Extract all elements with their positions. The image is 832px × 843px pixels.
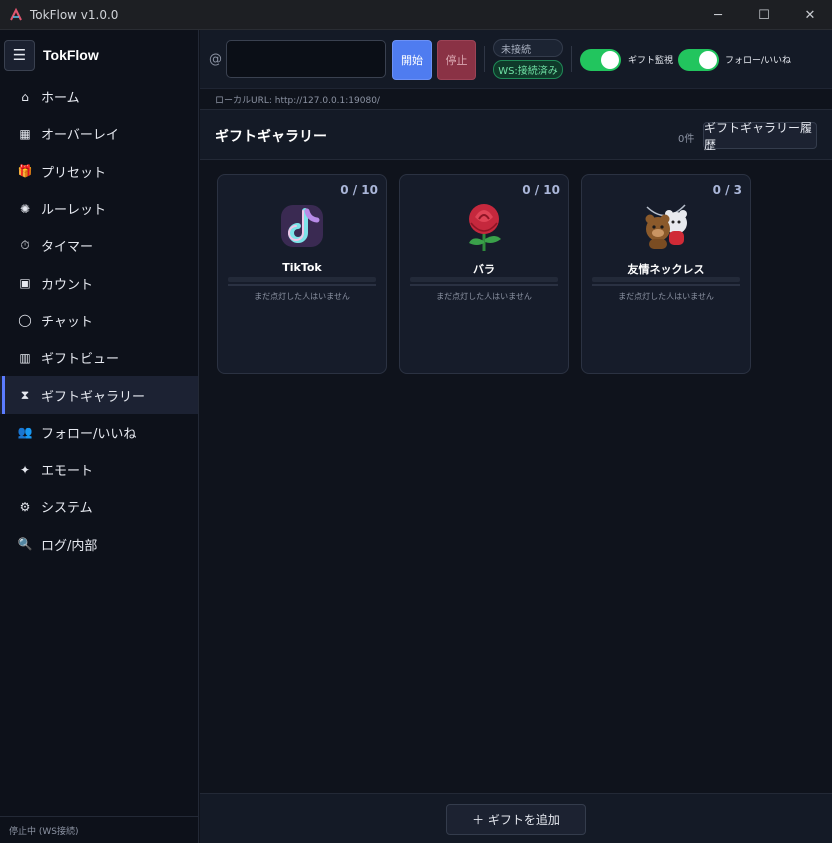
sidebar-nav: ⌂ ホーム ▦ オーバーレイ 🎁 プリセット ✺ ルーレット ⏱ タイマー ▣ カウント ◯ チャット ▥ ギ… (0, 78, 198, 563)
sidebar-item-12[interactable]: 🔍 ログ/内部 (0, 526, 198, 563)
chat-bubble-icon: ◯ (18, 313, 32, 328)
title-bar: TokFlow v1.0.0 ─ ☐ ✕ (0, 0, 832, 30)
toggle-knob (601, 51, 619, 69)
sidebar-item-10[interactable]: ✦ エモート (0, 451, 198, 488)
gear-icon: ⚙ (19, 499, 31, 514)
card-divider (228, 284, 376, 286)
gift-card[interactable]: 0 / 3 友情ネックレス まだ点灯した人はいません (581, 174, 751, 374)
sidebar-item-label: オーバーレイ (41, 128, 119, 144)
gift-monitor-label: ギフト監視 (628, 56, 674, 66)
gift-progress-bar (228, 277, 376, 282)
sidebar-item-9[interactable]: 👥 フォロー/いいね (0, 414, 198, 451)
counter-icon: ▣ (19, 276, 31, 291)
sidebar-item-label: プリセット (41, 165, 107, 181)
maximize-icon: ☐ (758, 7, 770, 23)
gift-name: TikTok (282, 261, 322, 274)
stop-button[interactable]: 停止 (437, 40, 476, 80)
gift-card[interactable]: 0 / 10 バラ まだ点灯した人はいません (399, 174, 569, 374)
gift-box-icon: 🎁 (17, 164, 33, 179)
sidebar-item-label: フォロー/いいね (41, 426, 137, 442)
section-header: ギフトギャラリー 0件 ギフトギャラリー履歴 (200, 110, 832, 160)
sidebar-item-0[interactable]: ⌂ ホーム (0, 78, 198, 115)
sidebar-item-label: ギフトギャラリー (41, 389, 146, 405)
gift-name: 友情ネックレス (627, 263, 705, 276)
gift-progress-bar (592, 277, 740, 282)
sidebar-item-label: チャット (41, 314, 93, 330)
sidebar-item-label: カウント (41, 277, 94, 293)
overlay-icon: ▦ (19, 126, 31, 141)
page-title: ギフトギャラリー (215, 129, 327, 145)
users-icon: 👥 (17, 425, 33, 440)
menu-toggle-button[interactable]: ☰ (4, 39, 35, 71)
brand-header: ☰ TokFlow (0, 30, 198, 80)
connection-status-text: 停止中 (WS接続) (0, 816, 198, 843)
empty-message: まだ点灯した人はいません (254, 292, 350, 301)
sparkle-icon: ✦ (19, 462, 31, 477)
gallery-history-button[interactable]: ギフトギャラリー履歴 (703, 121, 817, 152)
maximize-button[interactable]: ☐ (741, 0, 787, 30)
footer-bar: ＋ ギフトを追加 (200, 793, 832, 843)
sidebar-item-1[interactable]: ▦ オーバーレイ (0, 115, 198, 152)
ws-connected-badge: WS:接続済み (493, 60, 563, 79)
brand-name: TokFlow (43, 47, 99, 63)
sidebar-item-label: ホーム (41, 91, 80, 107)
sidebar-item-6[interactable]: ◯ チャット (0, 302, 198, 339)
toolbar-divider (571, 46, 572, 72)
gift-name: バラ (473, 263, 495, 276)
tiktok-icon (281, 205, 323, 247)
gift-ratio: 0 / 3 (712, 183, 742, 197)
sidebar-item-8[interactable]: ⧗ ギフトギャラリー (0, 376, 198, 414)
magnifier-icon: 🔍 (17, 537, 33, 552)
minimize-button[interactable]: ─ (695, 0, 741, 30)
local-url-text[interactable]: ローカルURL: http://127.0.0.1:19080/ (200, 88, 832, 110)
sidebar-item-11[interactable]: ⚙ システム (0, 488, 198, 525)
gift-gallery: 0 / 10 TikTok まだ点灯した人はいません 0 / 10 バラ まだ点… (200, 160, 832, 793)
stopwatch-icon: ⏱ (20, 238, 30, 253)
close-icon: ✕ (804, 7, 816, 23)
gift-card[interactable]: 0 / 10 TikTok まだ点灯した人はいません (217, 174, 387, 374)
hourglass-icon: ⧗ (20, 387, 30, 402)
sidebar-item-label: ギフトビュー (41, 352, 120, 368)
card-divider (410, 284, 558, 286)
sidebar-item-2[interactable]: 🎁 プリセット (0, 153, 198, 190)
card-divider (592, 284, 740, 286)
home-icon: ⌂ (21, 89, 29, 104)
sidebar-item-5[interactable]: ▣ カウント (0, 264, 198, 301)
sidebar-item-label: システム (41, 501, 93, 517)
app-logo-icon (10, 7, 22, 20)
sidebar-item-3[interactable]: ✺ ルーレット (0, 190, 198, 227)
toolbar-divider (484, 46, 485, 72)
gift-ratio: 0 / 10 (340, 183, 378, 197)
empty-message: まだ点灯した人はいません (618, 292, 714, 301)
sidebar-item-label: ログ/内部 (41, 538, 98, 554)
disconnected-badge: 未接続 (493, 39, 563, 57)
gift-progress-bar (410, 277, 558, 282)
hamburger-icon: ☰ (12, 46, 27, 64)
start-button[interactable]: 開始 (392, 40, 432, 80)
gift-monitor-toggle[interactable] (580, 49, 621, 71)
sidebar-item-label: タイマー (41, 240, 94, 256)
bears-necklace-icon (645, 204, 687, 249)
top-toolbar: @ 開始 停止 未接続 WS:接続済み ギフト監視 フォロー/いいね (200, 30, 832, 88)
gift-ratio: 0 / 10 (522, 183, 560, 197)
bar-chart-icon: ▥ (19, 350, 31, 365)
follow-like-toggle[interactable] (678, 49, 719, 71)
sidebar-item-label: ルーレット (41, 203, 107, 219)
add-gift-button[interactable]: ＋ ギフトを追加 (446, 804, 586, 835)
follow-like-label: フォロー/いいね (725, 56, 792, 66)
toggle-knob (699, 51, 717, 69)
window-title: TokFlow v1.0.0 (30, 7, 119, 22)
sidebar-item-7[interactable]: ▥ ギフトビュー (0, 339, 198, 376)
sidebar-item-4[interactable]: ⏱ タイマー (0, 227, 198, 264)
at-symbol: @ (209, 52, 222, 67)
sidebar: ☰ TokFlow ⌂ ホーム ▦ オーバーレイ 🎁 プリセット ✺ ルーレット ⏱ タイマー ▣ カ… (0, 30, 199, 843)
item-count: 0件 (678, 134, 695, 145)
username-input[interactable] (226, 40, 386, 78)
sidebar-item-label: エモート (41, 464, 94, 480)
close-button[interactable]: ✕ (787, 0, 832, 30)
roulette-icon: ✺ (19, 201, 31, 216)
empty-message: まだ点灯した人はいません (436, 292, 532, 301)
minimize-icon: ─ (714, 7, 722, 23)
rose-icon (469, 204, 501, 251)
